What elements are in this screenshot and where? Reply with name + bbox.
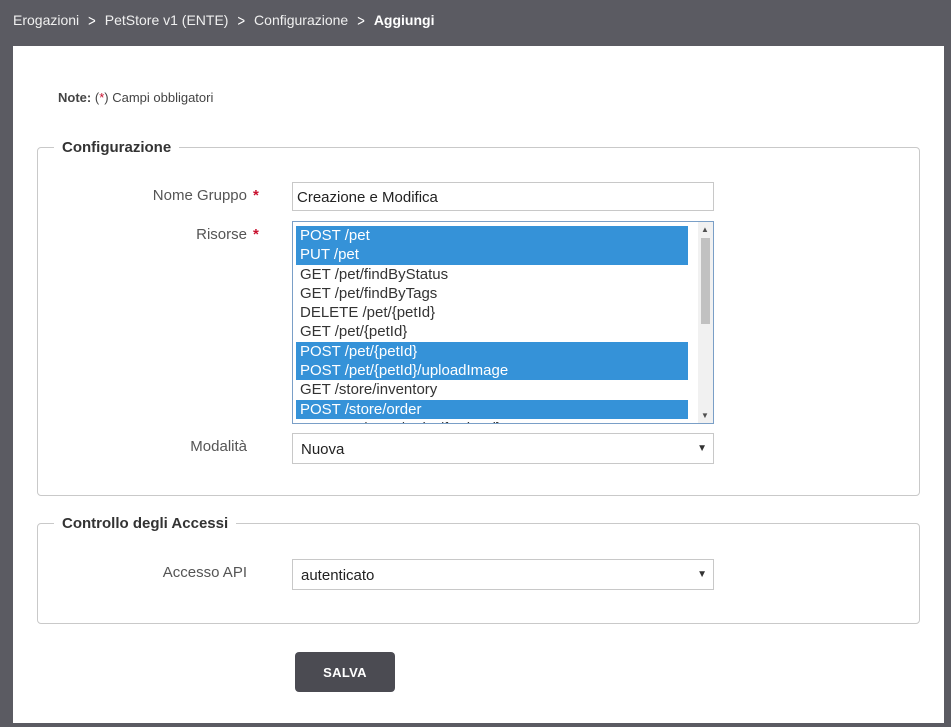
required-note: Note: (*) Campi obbligatori: [58, 90, 213, 105]
risorse-option[interactable]: GET /store/inventory: [296, 380, 688, 399]
modalita-value: Nuova: [301, 441, 345, 458]
risorse-option[interactable]: POST /pet/{petId}/uploadImage: [296, 361, 688, 381]
legend-configurazione: Configurazione: [62, 139, 172, 156]
nome-gruppo-input[interactable]: Creazione e Modifica: [292, 182, 714, 211]
chevron-down-icon: ▼: [697, 569, 707, 580]
note-label: Note:: [58, 90, 92, 105]
required-star: *: [253, 187, 259, 204]
risorse-label-text: Risorse: [196, 226, 247, 243]
nome-gruppo-label-text: Nome Gruppo: [152, 187, 247, 204]
risorse-option[interactable]: GET /pet/findByTags: [296, 284, 688, 303]
modalita-select[interactable]: Nuova ▼: [292, 433, 714, 464]
chevron-down-icon: ▼: [697, 443, 707, 454]
risorse-listbox[interactable]: POST /pet PUT /pet GET /pet/findByStatus GE…: [292, 221, 714, 424]
risorse-label: Risorse *: [31, 226, 261, 243]
chevron-right-icon: >: [357, 11, 365, 29]
risorse-option[interactable]: DELETE /store/order/{orderId}: [296, 419, 688, 423]
modalita-label: Modalità: [31, 438, 261, 455]
chevron-right-icon: >: [237, 11, 246, 29]
breadcrumb-item-erogazioni[interactable]: Erogazioni: [13, 12, 79, 28]
nome-gruppo-value: Creazione e Modifica: [297, 189, 438, 206]
risorse-option[interactable]: POST /store/order: [296, 399, 688, 419]
risorse-options: POST /pet PUT /pet GET /pet/findByStatus GE…: [296, 226, 713, 423]
accesso-api-value: autenticato: [301, 567, 375, 584]
scroll-down-icon[interactable]: ▼: [701, 411, 709, 420]
required-star: *: [253, 226, 259, 243]
save-button[interactable]: SALVA: [295, 652, 395, 692]
risorse-option[interactable]: POST /pet: [296, 226, 688, 246]
chevron-right-icon: >: [88, 11, 96, 29]
risorse-option[interactable]: PUT /pet: [296, 245, 688, 265]
breadcrumb-item-configurazione[interactable]: Configurazione: [254, 12, 348, 28]
accesso-api-select[interactable]: autenticato ▼: [292, 559, 714, 590]
scrollbar-thumb[interactable]: [701, 238, 710, 324]
accesso-api-label: Accesso API: [31, 564, 261, 581]
breadcrumb: Erogazioni > PetStore v1 (ENTE) > Config…: [0, 0, 951, 40]
nome-gruppo-label: Nome Gruppo *: [31, 187, 261, 204]
breadcrumb-item-current: Aggiungi: [373, 12, 435, 28]
accesso-api-label-text: Accesso API: [162, 564, 247, 581]
legend-controllo-accessi: Controllo degli Accessi: [62, 515, 229, 532]
modalita-label-text: Modalità: [190, 438, 247, 455]
risorse-option[interactable]: DELETE /pet/{petId}: [296, 303, 688, 322]
note-text: Campi obbligatori: [108, 90, 214, 105]
scroll-up-icon[interactable]: ▲: [701, 225, 709, 234]
risorse-option[interactable]: GET /pet/findByStatus: [296, 265, 688, 284]
breadcrumb-item-petstore[interactable]: PetStore v1 (ENTE): [105, 12, 229, 28]
listbox-scrollbar[interactable]: ▲ ▼: [698, 222, 713, 423]
main-panel: Note: (*) Campi obbligatori Configurazio…: [13, 46, 944, 723]
risorse-option[interactable]: POST /pet/{petId}: [296, 341, 688, 362]
risorse-option[interactable]: GET /pet/{petId}: [296, 322, 688, 341]
